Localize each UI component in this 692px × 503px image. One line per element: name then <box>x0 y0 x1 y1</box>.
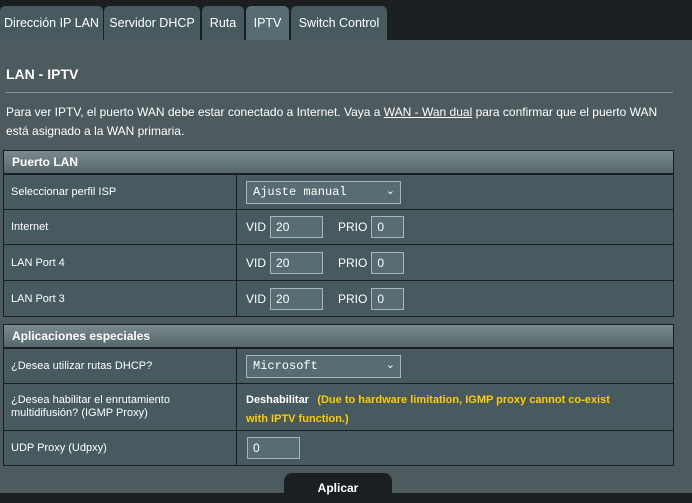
tab-switch-control[interactable]: Switch Control <box>291 6 387 40</box>
port-label: LAN Port 3 <box>4 281 237 316</box>
port-label: Internet <box>4 210 237 244</box>
page-title: LAN - IPTV <box>6 66 79 82</box>
udp-proxy-label: UDP Proxy (Udpxy) <box>4 431 237 465</box>
lan-port-table: Puerto LAN Seleccionar perfil ISP Ajuste… <box>3 150 674 317</box>
vid-input[interactable] <box>270 251 324 274</box>
special-apps-header: Aplicaciones especiales <box>4 325 673 348</box>
wan-dual-link[interactable]: WAN - Wan dual <box>384 105 472 119</box>
description-text: Para ver IPTV, el puerto WAN debe estar … <box>6 105 384 119</box>
prio-label: PRIO <box>338 291 368 306</box>
prio-input[interactable] <box>371 287 405 310</box>
igmp-proxy-label: ¿Desea habilitar el enrutamiento multidi… <box>4 384 237 430</box>
dhcp-routes-select[interactable]: Microsoft <box>246 354 401 378</box>
tab-lan-ip[interactable]: Dirección IP LAN <box>0 6 103 40</box>
title-divider <box>6 92 673 93</box>
iptv-panel: LAN - IPTV Para ver IPTV, el puerto WAN … <box>0 40 692 503</box>
vid-input[interactable] <box>270 287 324 310</box>
isp-profile-select[interactable]: Ajuste manual <box>246 180 401 204</box>
tab-iptv[interactable]: IPTV <box>246 6 289 40</box>
lan-port-header: Puerto LAN <box>4 151 673 174</box>
prio-label: PRIO <box>338 255 368 270</box>
vid-label: VID <box>246 291 267 306</box>
dhcp-routes-row: ¿Desea utilizar rutas DHCP? Microsoft ⌄ <box>4 348 673 383</box>
tab-route[interactable]: Ruta <box>202 6 244 40</box>
prio-input[interactable] <box>371 251 405 274</box>
igmp-proxy-value: Deshabilitar <box>246 394 309 406</box>
special-apps-table: Aplicaciones especiales ¿Desea utilizar … <box>3 324 674 466</box>
prio-input[interactable] <box>371 216 405 238</box>
apply-button[interactable]: Aplicar <box>284 473 392 503</box>
vlan-row-lan-port-3: LAN Port 3 VID PRIO <box>4 280 673 316</box>
tab-dhcp-server[interactable]: Servidor DHCP <box>104 6 200 40</box>
isp-profile-label: Seleccionar perfil ISP <box>4 175 237 209</box>
port-label: LAN Port 4 <box>4 245 237 280</box>
vid-label: VID <box>246 255 267 270</box>
udp-proxy-input[interactable] <box>247 437 300 459</box>
isp-profile-row: Seleccionar perfil ISP Ajuste manual ⌄ <box>4 174 673 209</box>
vid-label: VID <box>246 220 267 234</box>
vlan-row-internet: Internet VID PRIO <box>4 209 673 244</box>
page-description: Para ver IPTV, el puerto WAN debe estar … <box>6 103 678 141</box>
igmp-proxy-row: ¿Desea habilitar el enrutamiento multidi… <box>4 383 673 430</box>
vid-input[interactable] <box>270 216 324 238</box>
dhcp-routes-label: ¿Desea utilizar rutas DHCP? <box>4 349 237 383</box>
vlan-row-lan-port-4: LAN Port 4 VID PRIO <box>4 244 673 280</box>
prio-label: PRIO <box>338 220 368 234</box>
udp-proxy-row: UDP Proxy (Udpxy) <box>4 430 673 465</box>
